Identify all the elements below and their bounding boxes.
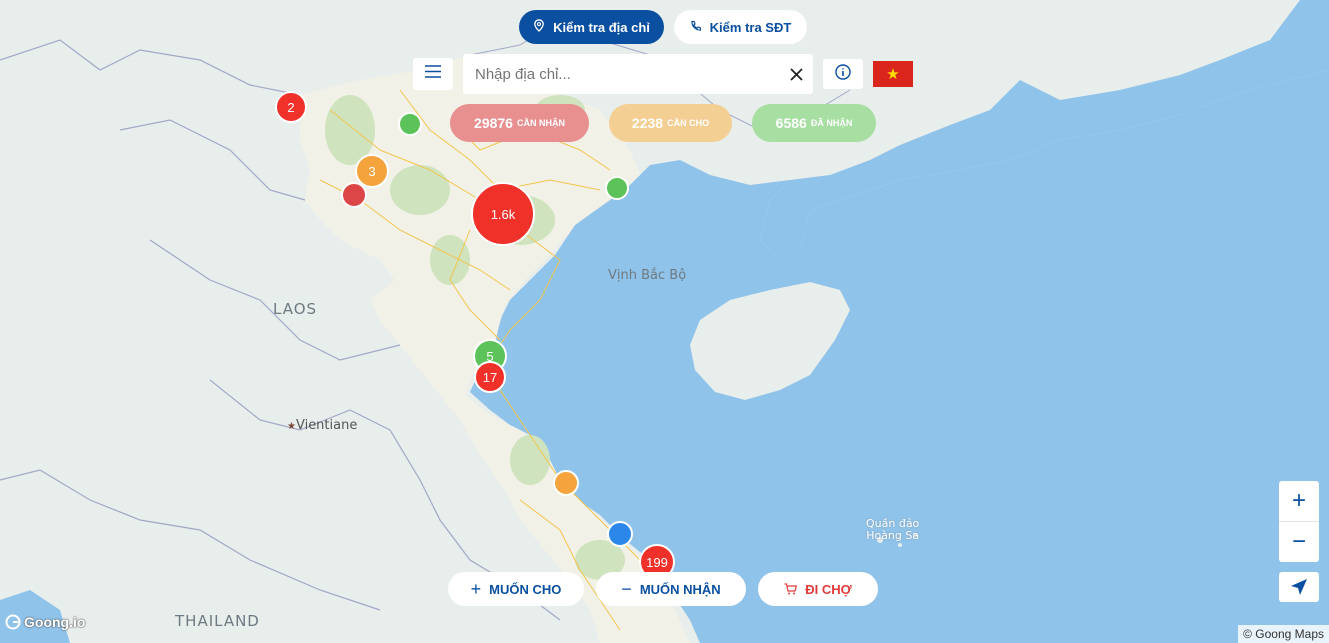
cluster-marker[interactable]: 2 [275,91,307,123]
need-label: CẦN NHẬN [516,118,565,128]
cluster-marker[interactable]: 1.6k [471,182,535,246]
want-give-button[interactable]: + MUỐN CHO [448,572,584,606]
phone-icon [690,20,702,35]
vietnam-flag-button[interactable]: ★ [873,61,913,87]
check-phone-label: Kiểm tra SĐT [709,19,792,35]
need-count: 29876 [474,115,513,131]
cluster-marker[interactable] [553,470,579,496]
search-box [463,54,813,94]
gulf-label: Vịnh Bắc Bộ [608,268,687,283]
hamburger-icon [425,65,441,83]
info-button[interactable] [823,59,863,89]
check-phone-tab[interactable]: Kiểm tra SĐT [674,10,807,44]
thailand-label: THAILAND [175,612,260,630]
check-address-label: Kiểm tra địa chỉ [553,19,650,35]
goong-logo-text: Goong.io [24,614,86,630]
address-search-input[interactable] [473,64,790,84]
flag-star-icon: ★ [886,65,900,83]
received-label: ĐÃ NHẬN [810,118,853,128]
menu-button[interactable] [413,58,453,90]
give-stat-badge[interactable]: 2238 CẦN CHO [609,104,732,142]
cluster-marker[interactable] [341,182,367,208]
paracel-label: Quần đảo Hoàng Sa [866,517,920,542]
cluster-marker[interactable] [605,176,629,200]
cluster-marker[interactable]: 17 [474,361,506,393]
want-give-label: MUỐN CHO [489,581,562,597]
cart-icon [784,583,798,595]
need-stat-badge[interactable]: 29876 CẦN NHẬN [450,104,589,142]
navigation-arrow-icon [1290,578,1308,596]
want-receive-label: MUỐN NHẬN [639,581,721,597]
location-pin-icon [533,19,545,35]
go-market-label: ĐI CHỢ [805,581,852,597]
goong-logo[interactable]: Goong.io [5,614,85,630]
map-attribution[interactable]: © Goong Maps [1238,625,1329,643]
received-count: 6586 [775,115,807,131]
minus-icon: − [621,578,632,599]
received-stat-badge[interactable]: 6586 ĐÃ NHẬN [752,104,876,142]
vientiane-label: ★Vientiane [287,418,358,433]
zoom-out-button[interactable]: − [1279,522,1319,562]
check-address-tab[interactable]: Kiểm tra địa chỉ [519,10,664,44]
cluster-marker[interactable] [607,521,633,547]
info-icon [835,63,851,85]
want-receive-button[interactable]: − MUỐN NHẬN [596,572,746,606]
locate-me-button[interactable] [1279,572,1319,602]
star-icon: ★ [287,421,296,432]
laos-label: LAOS [273,300,318,318]
goong-logo-icon [5,614,21,630]
clear-search-icon[interactable] [790,67,803,81]
go-market-button[interactable]: ĐI CHỢ [758,572,878,606]
cluster-marker[interactable] [398,112,422,136]
plus-icon: + [470,578,482,599]
give-label: CẦN CHO [667,118,710,128]
zoom-in-button[interactable]: + [1279,481,1319,522]
give-count: 2238 [631,115,664,131]
